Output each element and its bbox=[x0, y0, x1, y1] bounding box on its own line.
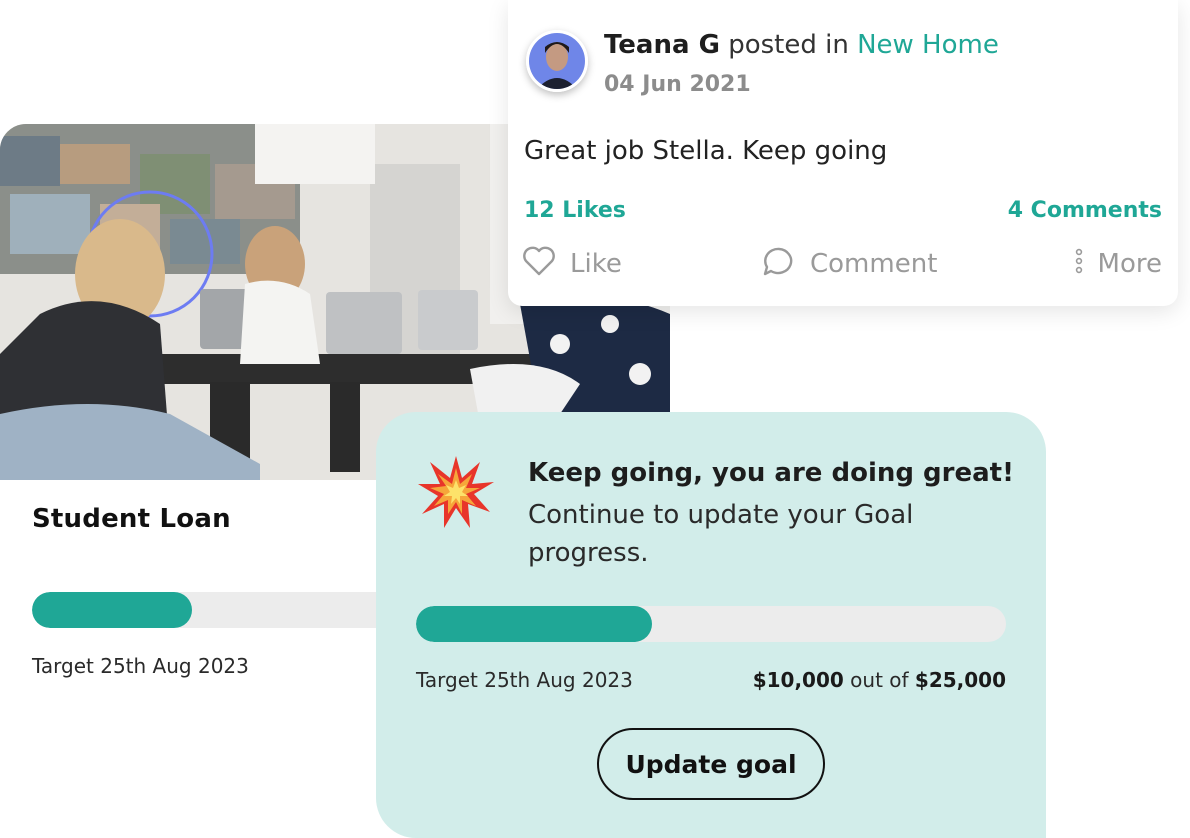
more-dots-icon bbox=[1074, 248, 1098, 281]
encouragement-card: Keep going, you are doing great! Continu… bbox=[376, 412, 1046, 838]
update-goal-button[interactable]: Update goal bbox=[597, 728, 825, 800]
goal-title: Student Loan bbox=[32, 504, 231, 534]
more-label: More bbox=[1097, 249, 1162, 279]
goal-progress-fill bbox=[32, 592, 192, 628]
amount-separator: out of bbox=[850, 668, 909, 692]
goal-progress-bar bbox=[32, 592, 432, 628]
comment-button[interactable]: Comment bbox=[762, 244, 937, 284]
encouragement-progress-fill bbox=[416, 606, 652, 642]
post-author[interactable]: Teana G bbox=[604, 30, 720, 60]
post-group-link[interactable]: New Home bbox=[857, 30, 999, 60]
post-card: Teana G posted in New Home 04 Jun 2021 G… bbox=[508, 0, 1178, 306]
post-posted-in: posted in bbox=[728, 30, 849, 60]
encouragement-heading: Keep going, you are doing great! bbox=[528, 458, 1014, 488]
like-label: Like bbox=[570, 249, 622, 279]
avatar[interactable] bbox=[526, 30, 588, 92]
encouragement-body: Continue to update your Goal progress. bbox=[528, 500, 914, 568]
likes-count[interactable]: 12 Likes bbox=[524, 198, 626, 223]
encouragement-progress-bar bbox=[416, 606, 1006, 642]
encouragement-amount: $10,000 out of $25,000 bbox=[753, 668, 1006, 692]
post-text: Great job Stella. Keep going bbox=[524, 136, 888, 166]
goal-target-date: Target 25th Aug 2023 bbox=[32, 654, 249, 678]
like-button[interactable]: Like bbox=[522, 244, 622, 284]
heart-icon bbox=[522, 246, 570, 283]
goal-amount: $25,000 bbox=[914, 668, 1006, 692]
post-header: Teana G posted in New Home bbox=[604, 30, 999, 60]
collision-burst-icon bbox=[418, 454, 494, 530]
more-button[interactable]: More bbox=[1074, 244, 1162, 284]
comments-count[interactable]: 4 Comments bbox=[1008, 198, 1162, 223]
post-date: 04 Jun 2021 bbox=[604, 72, 751, 97]
comment-label: Comment bbox=[810, 249, 938, 279]
current-amount: $10,000 bbox=[752, 668, 844, 692]
comment-icon bbox=[762, 245, 810, 284]
encouragement-target-date: Target 25th Aug 2023 bbox=[416, 668, 633, 692]
